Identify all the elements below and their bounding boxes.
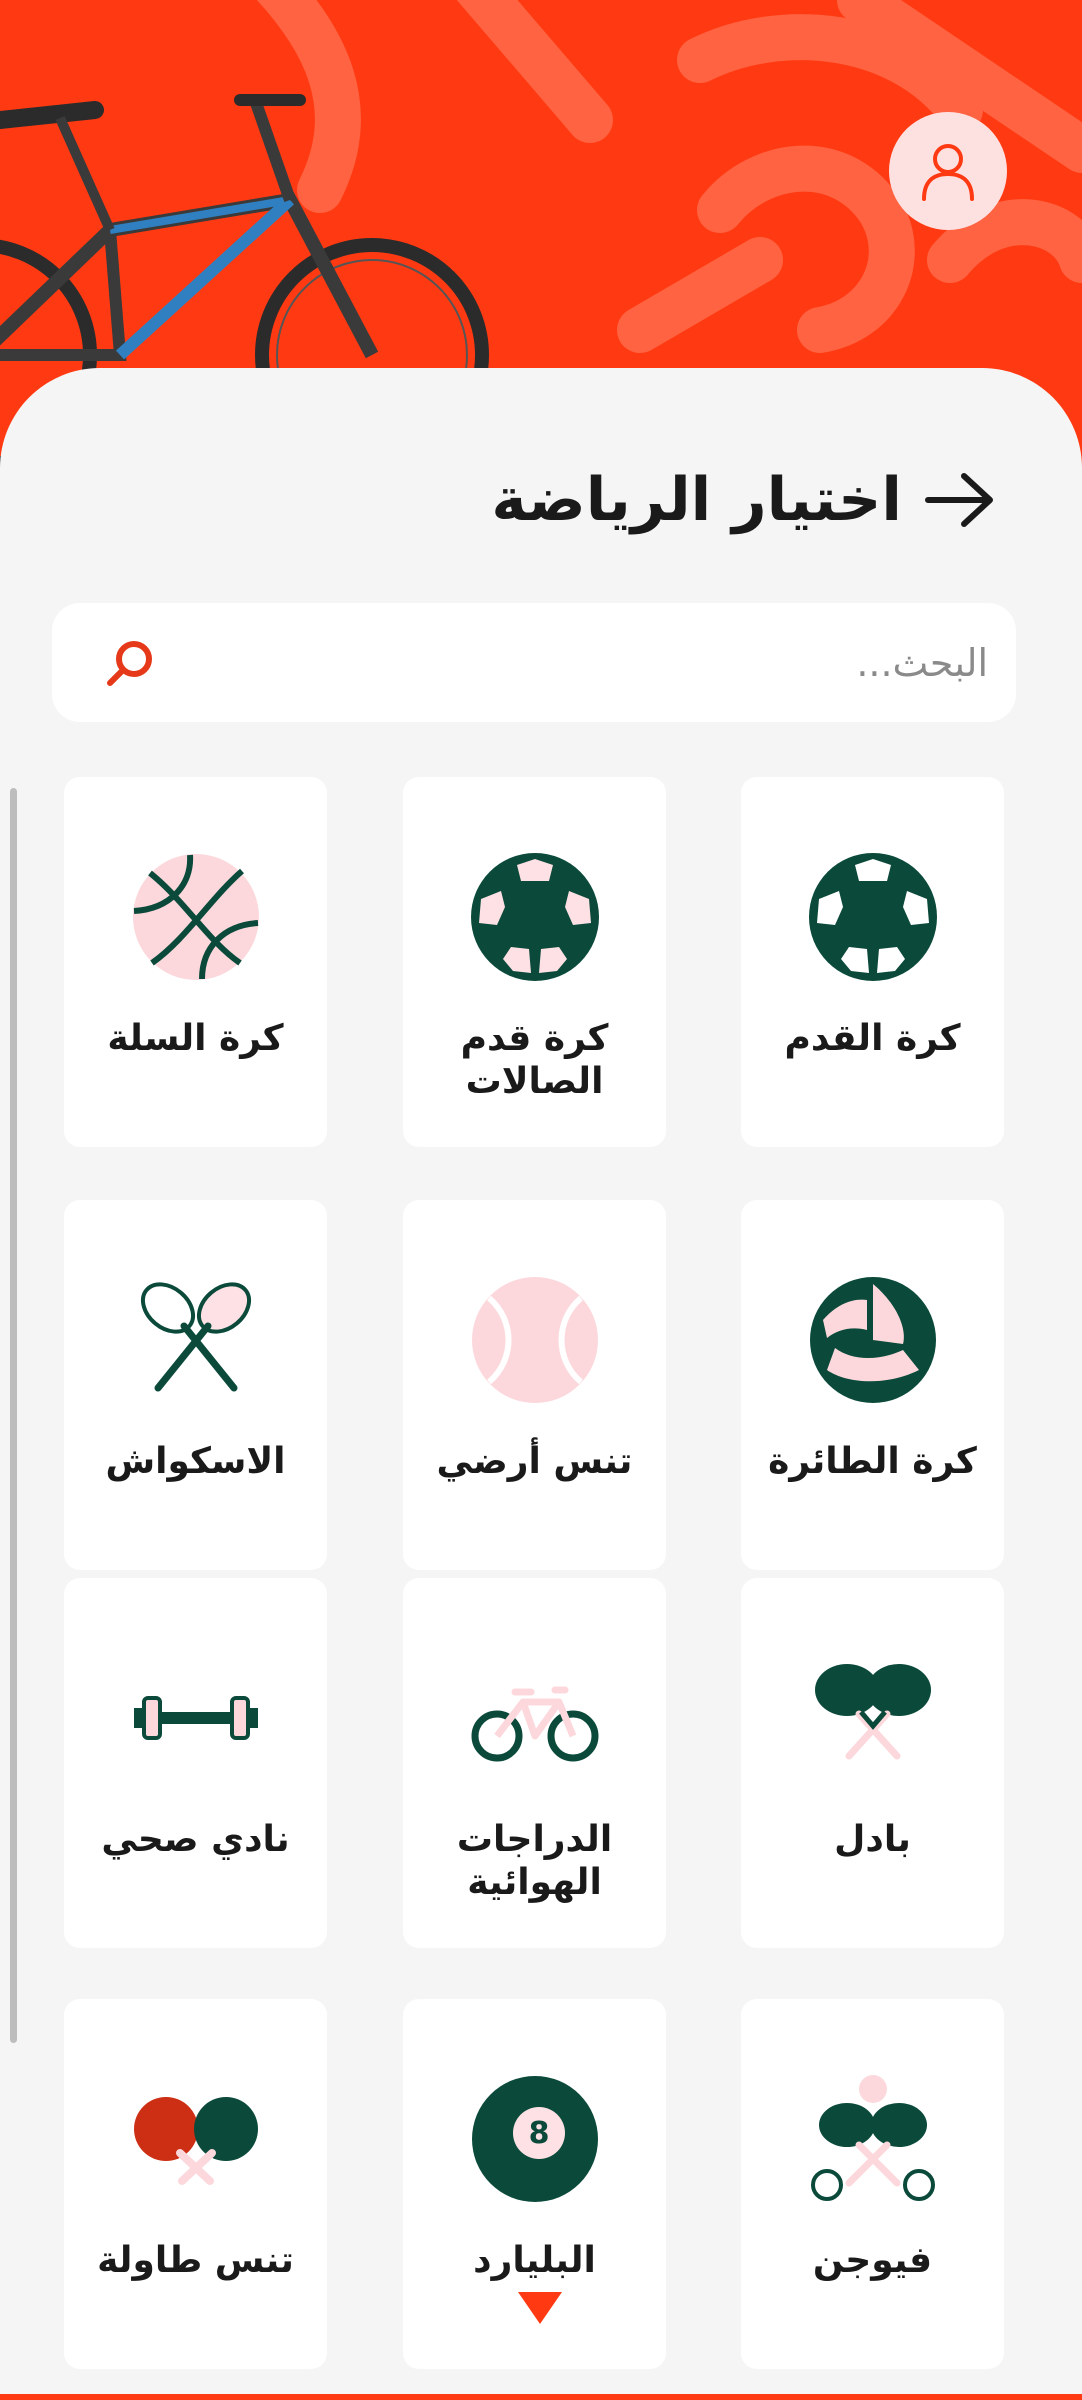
fusion-icon bbox=[803, 2069, 943, 2209]
sport-card-table-tennis[interactable]: تنس طاولة bbox=[64, 1999, 327, 2369]
sport-card-football[interactable]: كرة القدم bbox=[741, 777, 1004, 1147]
sport-label: تنس أرضي bbox=[436, 1441, 633, 1482]
profile-button[interactable] bbox=[889, 112, 1007, 230]
soccer-ball-icon bbox=[803, 847, 943, 987]
volleyball-icon bbox=[803, 1270, 943, 1410]
sport-card-basketball[interactable]: كرة السلة bbox=[64, 777, 327, 1147]
page-title: اختيار الرياضة bbox=[491, 465, 902, 535]
sport-label: تنس طاولة bbox=[97, 2240, 294, 2281]
page-header: اختيار الرياضة bbox=[491, 460, 996, 540]
bicycle-icon bbox=[465, 1648, 605, 1788]
sport-label: الدراجات الهوائية bbox=[456, 1819, 613, 1904]
squash-rackets-icon bbox=[126, 1270, 266, 1410]
sport-card-tennis[interactable]: تنس أرضي bbox=[403, 1200, 666, 1570]
sport-label: كرة قدم الصالات bbox=[460, 1018, 609, 1103]
sport-card-futsal[interactable]: كرة قدم الصالات bbox=[403, 777, 666, 1147]
search-input[interactable] bbox=[160, 603, 988, 722]
dumbbell-icon bbox=[126, 1648, 266, 1788]
sport-card-squash[interactable]: الاسكواش bbox=[64, 1200, 327, 1570]
sport-card-volleyball[interactable]: كرة الطائرة bbox=[741, 1200, 1004, 1570]
basketball-icon bbox=[126, 847, 266, 987]
search-icon[interactable] bbox=[100, 633, 160, 693]
sport-label: فيوجن bbox=[812, 2240, 933, 2281]
arrow-right-icon bbox=[925, 473, 993, 527]
sport-label: نادي صحي bbox=[101, 1819, 290, 1860]
billiard-ball-icon: 8 bbox=[465, 2069, 605, 2209]
sport-card-fusion[interactable]: فيوجن bbox=[741, 1999, 1004, 2369]
sport-card-padel[interactable]: بادل bbox=[741, 1578, 1004, 1948]
chevron-down-icon[interactable] bbox=[516, 2288, 564, 2328]
padel-rackets-icon bbox=[803, 1648, 943, 1788]
sport-label: كرة الطائرة bbox=[768, 1441, 977, 1482]
futsal-ball-icon bbox=[465, 847, 605, 987]
tennis-ball-icon bbox=[465, 1270, 605, 1410]
bottom-accent-bar bbox=[0, 2394, 1082, 2400]
scrollbar[interactable] bbox=[10, 788, 17, 2043]
user-icon bbox=[922, 144, 974, 201]
table-tennis-icon bbox=[126, 2069, 266, 2209]
search-bar[interactable] bbox=[52, 603, 1016, 722]
sport-label: بادل bbox=[834, 1819, 911, 1860]
sport-label: كرة القدم bbox=[784, 1018, 961, 1059]
sport-card-cycling[interactable]: الدراجات الهوائية bbox=[403, 1578, 666, 1948]
sport-label: البليارد bbox=[473, 2240, 596, 2281]
sport-card-gym[interactable]: نادي صحي bbox=[64, 1578, 327, 1948]
svg-text:8: 8 bbox=[528, 2116, 549, 2151]
sport-label: كرة السلة bbox=[107, 1018, 284, 1059]
back-button[interactable] bbox=[924, 470, 996, 530]
sport-label: الاسكواش bbox=[105, 1441, 286, 1482]
